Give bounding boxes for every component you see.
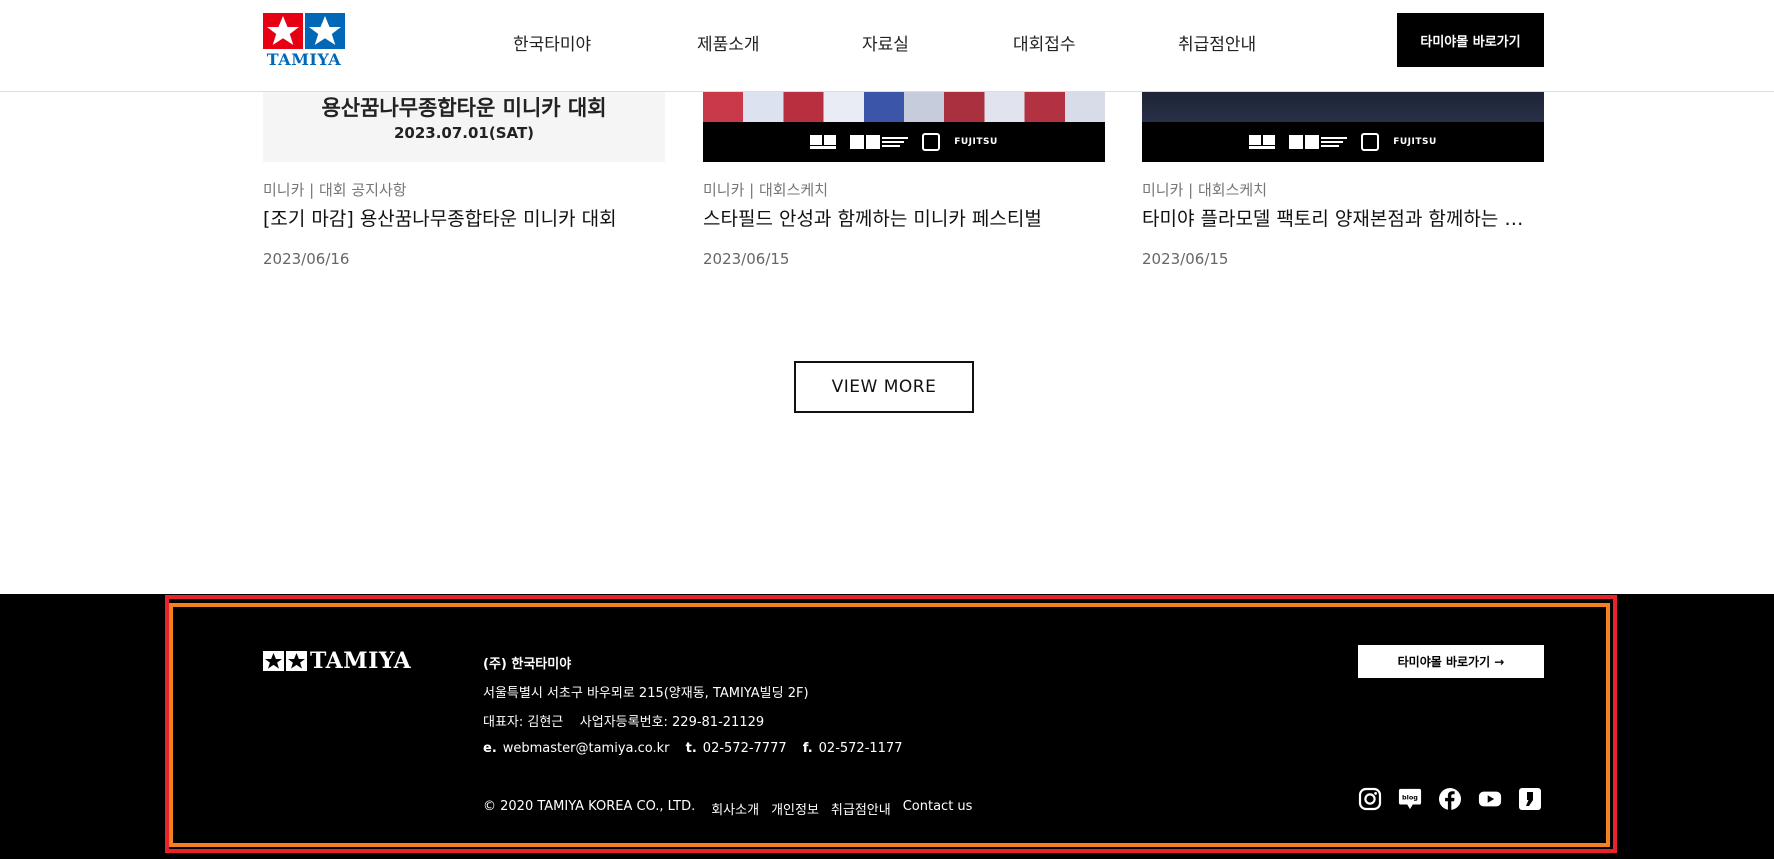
footer-fax: 02-572-1177: [818, 741, 903, 756]
footer-link-privacy[interactable]: 개인정보: [771, 799, 819, 818]
nav-item-store-locator[interactable]: 취급점안내: [1178, 30, 1256, 55]
card-category: 미니카 | 대회스케치: [703, 181, 828, 199]
site-header: TAMIYA 한국타미야 제품소개 자료실 대회접수 취급점안내 타미야몰 바로…: [0, 0, 1774, 92]
tamiya-small-logo-icon: [810, 135, 837, 149]
hobby-box-logo-icon: [1361, 133, 1380, 151]
tamiya-logo[interactable]: TAMIYA: [263, 13, 345, 69]
footer-ceo-business-number: 대표자: 김현근 사업자등록번호: 229-81-21129: [483, 715, 765, 730]
facebook-icon[interactable]: [1438, 787, 1462, 811]
footer-tel: 02-572-7777: [702, 741, 787, 756]
card-thumbnail[interactable]: 용산꿈나무종합타운 미니카 대회 2023.07.01(SAT): [263, 92, 665, 162]
nav-item-products[interactable]: 제품소개: [697, 30, 760, 55]
card-title[interactable]: 타미야 플라모델 팩토리 양재본점과 함께하는 …: [1142, 204, 1544, 231]
tamiya-mall-button[interactable]: 타미야몰 바로가기: [1397, 13, 1544, 67]
footer-copyright: © 2020 TAMIYA KOREA CO., LTD.: [483, 799, 696, 814]
sponsor-bar: FUJITSU: [1142, 122, 1544, 162]
kakao-story-icon[interactable]: [1518, 787, 1542, 811]
tamiya-plamodel-factory-logo-icon: [1289, 135, 1348, 149]
footer-bottom-links: © 2020 TAMIYA KOREA CO., LTD. 회사소개 개인정보 …: [483, 799, 972, 818]
card-date: 2023/06/15: [703, 250, 790, 268]
youtube-icon[interactable]: [1478, 787, 1502, 811]
card-date: 2023/06/15: [1142, 250, 1229, 268]
footer-email-link[interactable]: webmaster@tamiya.co.kr: [503, 741, 670, 756]
footer-link-company-intro[interactable]: 회사소개: [711, 799, 759, 818]
nav-item-korea-tamiya[interactable]: 한국타미야: [513, 30, 591, 55]
site-footer: [0, 594, 1774, 859]
tamiya-plamodel-factory-logo-icon: [850, 135, 909, 149]
card-title[interactable]: 스타필드 안성과 함께하는 미니카 페스티벌: [703, 204, 1105, 231]
card-category: 미니카 | 대회스케치: [1142, 181, 1267, 199]
card-thumbnail[interactable]: FUJITSU: [703, 92, 1105, 162]
footer-logo-text: TAMIYA: [310, 648, 412, 674]
footer-link-store-locator[interactable]: 취급점안내: [831, 799, 891, 818]
tamiya-small-logo-icon: [1249, 135, 1276, 149]
footer-contact-line: e. webmaster@tamiya.co.kr t. 02-572-7777 f…: [483, 741, 902, 756]
fax-label: f.: [802, 741, 813, 756]
fujitsu-logo: FUJITSU: [954, 137, 998, 147]
blog-icon[interactable]: blog: [1398, 787, 1422, 811]
card-date: 2023/06/16: [263, 250, 350, 268]
footer-logo[interactable]: TAMIYA: [263, 650, 411, 672]
news-card[interactable]: FUJITSU 미니카 | 대회스케치 스타필드 안성과 함께하는 미니카 페스…: [703, 92, 1105, 268]
hobby-box-logo-icon: [922, 133, 941, 151]
card-thumbnail[interactable]: FUJITSU: [1142, 92, 1544, 162]
thumbnail-date: 2023.07.01(SAT): [393, 124, 535, 142]
email-label: e.: [483, 741, 497, 756]
card-category: 미니카 | 대회 공지사항: [263, 181, 407, 199]
footer-company-name: (주) 한국타미야: [483, 657, 572, 672]
thumbnail-title: 용산꿈나무종합타운 미니카 대회: [321, 96, 607, 120]
nav-item-competition[interactable]: 대회접수: [1013, 30, 1076, 55]
nav-item-archive[interactable]: 자료실: [862, 30, 909, 55]
footer-tamiya-mall-button[interactable]: 타미야몰 바로가기 →: [1358, 645, 1544, 678]
footer-link-contact-us[interactable]: Contact us: [903, 799, 973, 818]
fujitsu-logo: FUJITSU: [1393, 137, 1437, 147]
card-title[interactable]: [조기 마감] 용산꿈나무종합타운 미니카 대회: [263, 204, 665, 231]
news-card[interactable]: 용산꿈나무종합타운 미니카 대회 2023.07.01(SAT) 미니카 | 대…: [263, 92, 665, 268]
tel-label: t.: [685, 741, 697, 756]
blog-icon-label: blog: [1402, 793, 1418, 801]
footer-star-logo-icon: [263, 651, 307, 671]
sponsor-bar: FUJITSU: [703, 122, 1105, 162]
view-more-button[interactable]: VIEW MORE: [794, 361, 974, 413]
logo-text: TAMIYA: [266, 50, 342, 69]
footer-address: 서울특별시 서초구 바우뫼로 215(양재동, TAMIYA빌딩 2F): [483, 686, 809, 701]
news-card[interactable]: FUJITSU 미니카 | 대회스케치 타미야 플라모델 팩토리 양재본점과 함…: [1142, 92, 1544, 268]
instagram-icon[interactable]: [1358, 787, 1382, 811]
